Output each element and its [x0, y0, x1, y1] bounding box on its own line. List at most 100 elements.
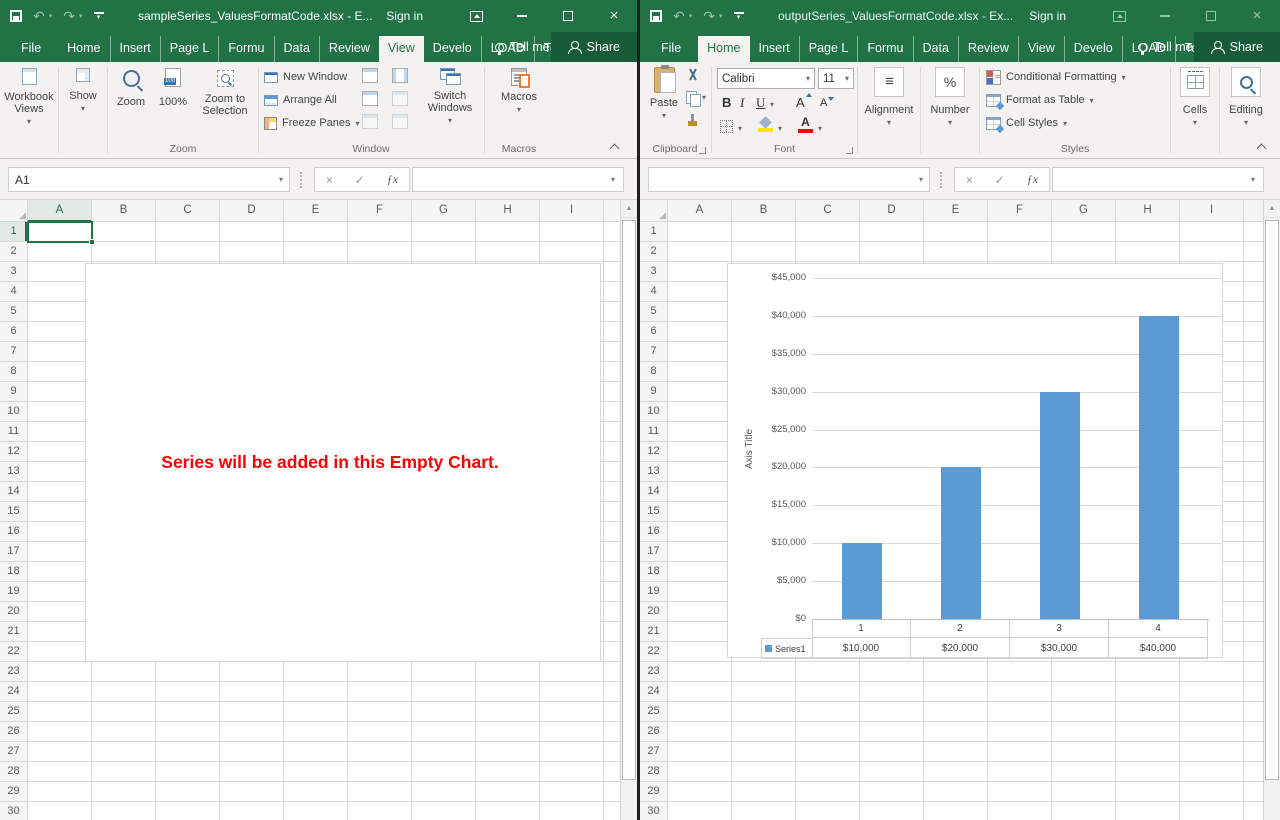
ribbon-tab[interactable]: Insert: [109, 36, 160, 62]
zoom-100-button[interactable]: 100%: [152, 68, 194, 108]
cut-icon[interactable]: [686, 68, 700, 82]
insert-function-button[interactable]: ƒx: [1027, 172, 1038, 187]
view-side-by-side-button[interactable]: [392, 68, 408, 83]
scrollbar-thumb[interactable]: [622, 220, 636, 780]
arrange-all-button[interactable]: Arrange All: [264, 90, 337, 110]
row-header[interactable]: 12: [0, 442, 27, 462]
row-header[interactable]: 24: [640, 682, 667, 702]
row-header[interactable]: 23: [0, 662, 27, 682]
row-header[interactable]: 5: [0, 302, 27, 322]
row-header[interactable]: 19: [0, 582, 27, 602]
ribbon-tab[interactable]: Insert: [750, 36, 799, 62]
save-icon[interactable]: [10, 10, 22, 22]
underline-button[interactable]: U: [756, 95, 765, 111]
ribbon-tab[interactable]: File: [12, 36, 50, 62]
row-header[interactable]: 22: [0, 642, 27, 662]
row-header[interactable]: 9: [640, 382, 667, 402]
row-header[interactable]: 17: [640, 542, 667, 562]
collapse-ribbon-button[interactable]: [1257, 142, 1266, 151]
formula-input[interactable]: [412, 167, 624, 192]
minimize-button[interactable]: [499, 0, 545, 32]
scroll-up-icon[interactable]: ▲: [1264, 200, 1280, 218]
clipboard-dialog-launcher-icon[interactable]: [699, 147, 706, 154]
row-header[interactable]: 15: [640, 502, 667, 522]
number-button[interactable]: % Number ▾: [926, 67, 974, 129]
redo-icon[interactable]: ↷: [703, 0, 715, 32]
column-header[interactable]: D: [860, 200, 924, 221]
scrollbar-thumb[interactable]: [1265, 220, 1279, 780]
column-header[interactable]: D: [220, 200, 284, 221]
paste-button[interactable]: Paste ▾: [646, 65, 682, 122]
selected-cell-a1[interactable]: [27, 221, 95, 245]
formula-bar-handle[interactable]: [940, 172, 942, 188]
undo-dropdown-icon[interactable]: ▾: [689, 12, 693, 20]
row-header[interactable]: 3: [640, 262, 667, 282]
undo-icon[interactable]: ↶: [33, 0, 45, 32]
format-as-table-button[interactable]: Format as Table ▾: [986, 90, 1094, 110]
enter-button[interactable]: ✓: [995, 173, 1005, 187]
redo-icon[interactable]: ↷: [63, 0, 75, 32]
name-box[interactable]: [648, 167, 930, 192]
row-header[interactable]: 22: [640, 642, 667, 662]
row-header[interactable]: 29: [0, 782, 27, 802]
row-header[interactable]: 14: [0, 482, 27, 502]
row-header[interactable]: 30: [640, 802, 667, 820]
column-header[interactable]: B: [92, 200, 156, 221]
ribbon-tab[interactable]: View: [378, 36, 424, 62]
split-button[interactable]: [362, 68, 378, 83]
row-header[interactable]: 15: [0, 502, 27, 522]
ribbon-tab[interactable]: Data: [912, 36, 958, 62]
font-name-combobox[interactable]: Calibri ▾: [717, 68, 815, 89]
cancel-button[interactable]: ×: [326, 173, 333, 187]
select-all-corner[interactable]: ◢: [0, 200, 28, 222]
ribbon-tab[interactable]: Team: [1174, 36, 1225, 62]
row-header[interactable]: 25: [0, 702, 27, 722]
ribbon-tab[interactable]: LOAD: [480, 36, 534, 62]
column-header[interactable]: G: [412, 200, 476, 221]
close-button[interactable]: ×: [1234, 0, 1280, 32]
minimize-button[interactable]: [1142, 0, 1188, 32]
row-header[interactable]: 13: [0, 462, 27, 482]
ribbon-tab[interactable]: Home: [698, 36, 750, 62]
column-header[interactable]: G: [1052, 200, 1116, 221]
ribbon-display-options-button[interactable]: [1096, 0, 1142, 32]
column-header[interactable]: H: [476, 200, 540, 221]
row-header[interactable]: 5: [640, 302, 667, 322]
column-header[interactable]: E: [284, 200, 348, 221]
close-button[interactable]: ×: [591, 0, 637, 32]
fill-handle[interactable]: [89, 239, 95, 245]
sign-in-link[interactable]: Sign in: [1029, 9, 1066, 23]
underline-dropdown-icon[interactable]: ▾: [770, 100, 774, 109]
ribbon-display-options-button[interactable]: [453, 0, 499, 32]
maximize-button[interactable]: [1188, 0, 1234, 32]
row-header[interactable]: 20: [0, 602, 27, 622]
alignment-button[interactable]: ≡ Alignment ▾: [862, 67, 916, 129]
undo-icon[interactable]: ↶: [673, 0, 685, 32]
unhide-window-button[interactable]: [362, 114, 378, 129]
ribbon-tab[interactable]: Develo: [424, 36, 481, 62]
column-header[interactable]: H: [1116, 200, 1180, 221]
row-header[interactable]: 28: [0, 762, 27, 782]
font-color-button[interactable]: A: [798, 116, 813, 133]
row-header[interactable]: 20: [640, 602, 667, 622]
row-header[interactable]: 10: [0, 402, 27, 422]
ribbon-tab[interactable]: Page L: [798, 36, 858, 62]
row-header[interactable]: 8: [640, 362, 667, 382]
row-header[interactable]: 1: [640, 222, 667, 242]
font-color-dropdown-icon[interactable]: ▾: [818, 124, 822, 133]
synchronous-scrolling-button[interactable]: [392, 91, 408, 106]
macros-button[interactable]: Macros ▾: [492, 68, 546, 116]
ribbon-tab[interactable]: Formu: [857, 36, 912, 62]
redo-dropdown-icon[interactable]: ▾: [79, 12, 83, 20]
insert-function-button[interactable]: ƒx: [387, 172, 398, 187]
row-header[interactable]: 9: [0, 382, 27, 402]
enter-button[interactable]: ✓: [355, 173, 365, 187]
vertical-scrollbar[interactable]: ▲: [620, 200, 637, 820]
row-header[interactable]: 6: [0, 322, 27, 342]
row-header[interactable]: 12: [640, 442, 667, 462]
row-header[interactable]: 14: [640, 482, 667, 502]
show-button[interactable]: Show ▾: [63, 68, 103, 115]
maximize-button[interactable]: [545, 0, 591, 32]
shrink-font-button[interactable]: A: [820, 97, 836, 109]
collapse-ribbon-button[interactable]: [610, 142, 619, 151]
